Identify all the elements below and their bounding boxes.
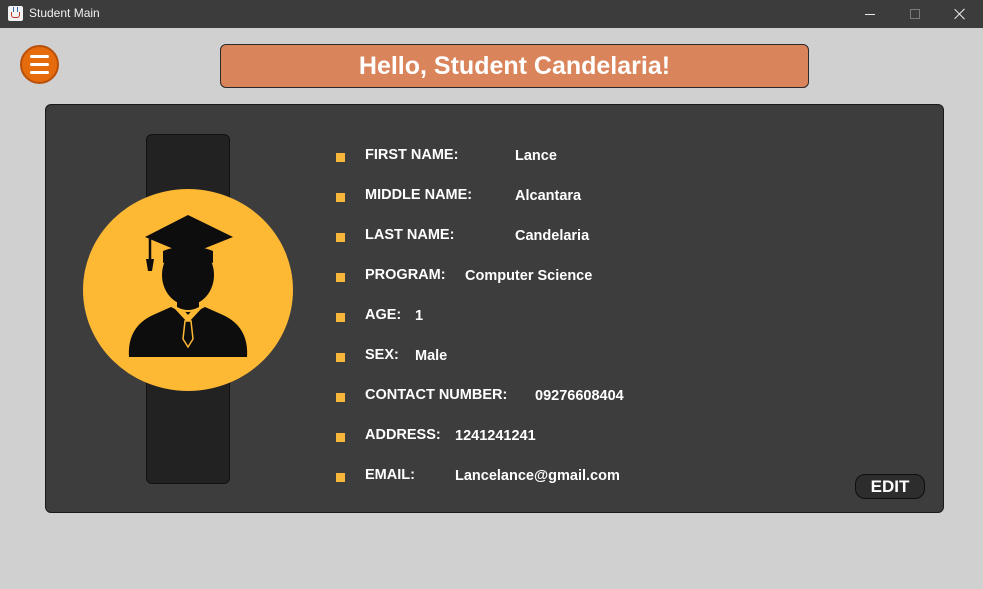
- bullet-icon: [336, 153, 345, 162]
- graduate-student-icon: [128, 215, 248, 357]
- field-label: AGE:: [365, 307, 402, 323]
- avatar: [83, 189, 293, 391]
- field-label: ADDRESS:: [365, 427, 441, 443]
- hamburger-icon-line: [30, 63, 49, 66]
- bullet-icon: [336, 473, 345, 482]
- maximize-button[interactable]: [892, 0, 938, 28]
- hamburger-icon-line: [30, 55, 49, 58]
- bullet-icon: [336, 313, 345, 322]
- close-button[interactable]: [937, 0, 983, 28]
- window-titlebar: Student Main: [0, 0, 983, 28]
- field-label: SEX:: [365, 347, 399, 363]
- field-value: Alcantara: [515, 188, 582, 204]
- field-value: 1: [415, 308, 424, 324]
- bullet-icon: [336, 393, 345, 402]
- minimize-button[interactable]: [847, 0, 893, 28]
- bullet-icon: [336, 353, 345, 362]
- bullet-icon: [336, 433, 345, 442]
- field-value: Lance: [515, 148, 557, 164]
- menu-button[interactable]: [20, 45, 59, 84]
- edit-button[interactable]: EDIT: [855, 474, 925, 499]
- field-label: MIDDLE NAME:: [365, 187, 473, 203]
- field-value: 09276608404: [535, 388, 624, 404]
- field-value: 1241241241: [455, 428, 536, 444]
- field-value: Computer Science: [465, 268, 593, 284]
- field-label: CONTACT NUMBER:: [365, 387, 508, 403]
- field-label: FIRST NAME:: [365, 147, 459, 163]
- bullet-icon: [336, 193, 345, 202]
- java-cup-icon: [8, 6, 23, 21]
- minimize-icon: [865, 13, 875, 15]
- field-label: PROGRAM:: [365, 267, 446, 283]
- field-value: Lancelance@gmail.com: [455, 468, 620, 484]
- maximize-icon: [910, 9, 920, 19]
- bullet-icon: [336, 273, 345, 282]
- greeting-banner: Hello, Student Candelaria!: [220, 44, 809, 88]
- field-label: LAST NAME:: [365, 227, 455, 243]
- close-icon: [954, 8, 966, 20]
- window-title: Student Main: [29, 6, 100, 20]
- field-label: EMAIL:: [365, 467, 415, 483]
- hamburger-icon-line: [30, 71, 49, 74]
- field-value: Male: [415, 348, 448, 364]
- bullet-icon: [336, 233, 345, 242]
- field-value: Candelaria: [515, 228, 590, 244]
- profile-card: FIRST NAME: Lance MIDDLE NAME: Alcantara…: [45, 104, 944, 513]
